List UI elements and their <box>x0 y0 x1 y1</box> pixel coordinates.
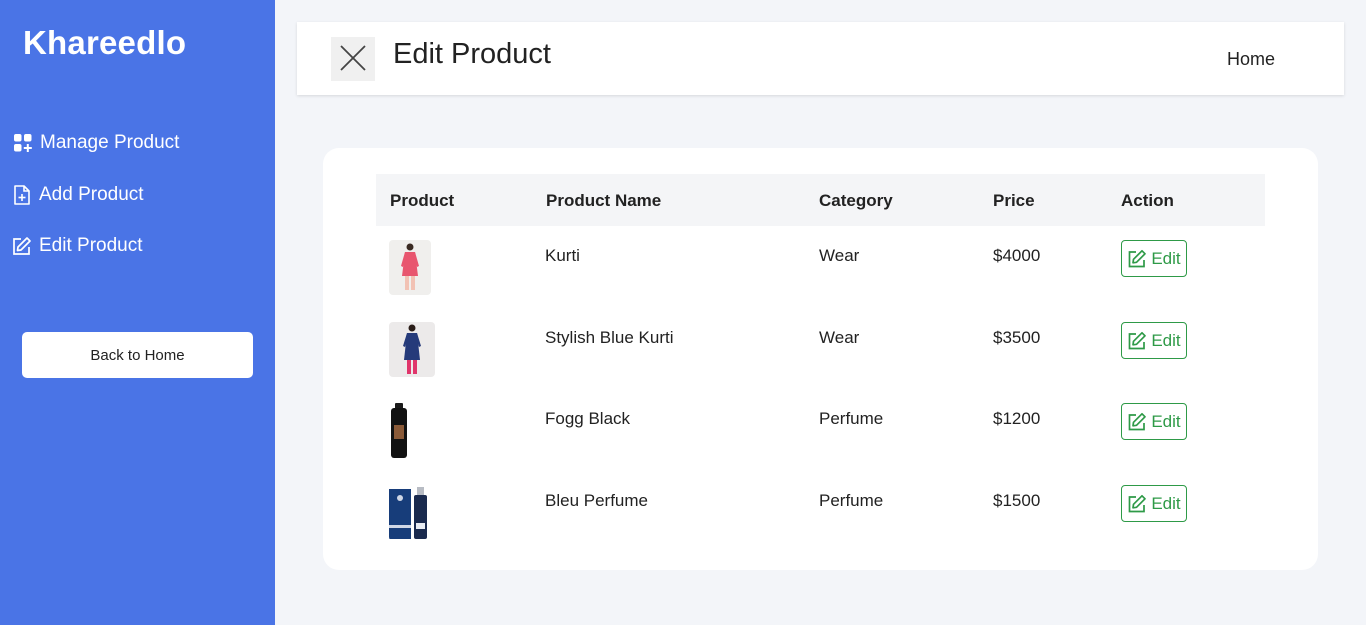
edit-button[interactable]: Edit <box>1121 322 1187 359</box>
product-name: Stylish Blue Kurti <box>545 328 674 347</box>
product-name: Fogg Black <box>545 409 631 428</box>
pencil-square-icon <box>11 236 32 257</box>
grid-plus-icon <box>13 133 33 153</box>
table-row: Stylish Blue Kurti Wear $3500 Edit <box>323 322 1318 404</box>
sidebar: Khareedlo Manage Product Add Product Edi… <box>0 0 275 625</box>
sidebar-item-manage-product[interactable]: Manage Product <box>13 132 179 154</box>
edit-icon <box>1128 412 1147 430</box>
blue-perfume-image <box>389 485 435 541</box>
edit-button-label: Edit <box>1151 493 1181 513</box>
pink-kurti-image <box>389 240 431 295</box>
page-title: Edit Product <box>393 38 551 70</box>
edit-icon <box>1128 331 1147 349</box>
product-category: Perfume <box>819 491 884 510</box>
product-category: Wear <box>819 246 860 265</box>
column-header-price: Price <box>993 191 1035 210</box>
table-row: Kurti Wear $4000 Edit <box>323 240 1318 322</box>
home-link[interactable]: Home <box>1227 49 1275 70</box>
sidebar-item-add-product[interactable]: Add Product <box>12 184 144 206</box>
table-row: Fogg Black Perfume $1200 Edit <box>323 403 1318 485</box>
column-header-product-name: Product Name <box>546 191 662 210</box>
edit-button-label: Edit <box>1151 248 1181 268</box>
product-price: $1200 <box>993 409 1041 428</box>
product-price: $1500 <box>993 491 1041 510</box>
edit-icon <box>1128 494 1147 512</box>
edit-icon <box>1128 249 1147 267</box>
close-icon <box>339 44 367 75</box>
product-table-card: Product Product Name Category Price Acti… <box>323 148 1318 570</box>
product-category: Wear <box>819 328 860 347</box>
edit-button-label: Edit <box>1151 330 1181 350</box>
column-header-category: Category <box>819 191 893 210</box>
brand-logo[interactable]: Khareedlo <box>23 24 186 62</box>
file-plus-icon <box>12 184 32 206</box>
table-header: Product Product Name Category Price Acti… <box>376 174 1265 226</box>
sidebar-item-label: Manage Product <box>40 132 180 153</box>
product-price: $4000 <box>993 246 1041 265</box>
sidebar-item-edit-product[interactable]: Edit Product <box>11 235 143 257</box>
back-to-home-button[interactable]: Back to Home <box>22 332 253 378</box>
product-category: Perfume <box>819 409 884 428</box>
top-bar: Edit Product Home <box>297 22 1344 95</box>
column-header-product: Product <box>390 191 455 210</box>
black-perfume-image <box>389 403 409 459</box>
edit-button[interactable]: Edit <box>1121 240 1187 277</box>
table-row: Bleu Perfume Perfume $1500 Edit <box>323 485 1318 567</box>
sidebar-item-label: Edit Product <box>39 235 143 256</box>
product-price: $3500 <box>993 328 1041 347</box>
edit-button-label: Edit <box>1151 411 1181 431</box>
close-button[interactable] <box>331 37 375 81</box>
sidebar-item-label: Add Product <box>39 184 144 205</box>
blue-kurti-image <box>389 322 435 377</box>
product-name: Kurti <box>545 246 580 265</box>
product-name: Bleu Perfume <box>545 491 648 510</box>
edit-button[interactable]: Edit <box>1121 485 1187 522</box>
edit-button[interactable]: Edit <box>1121 403 1187 440</box>
column-header-action: Action <box>1121 191 1174 210</box>
